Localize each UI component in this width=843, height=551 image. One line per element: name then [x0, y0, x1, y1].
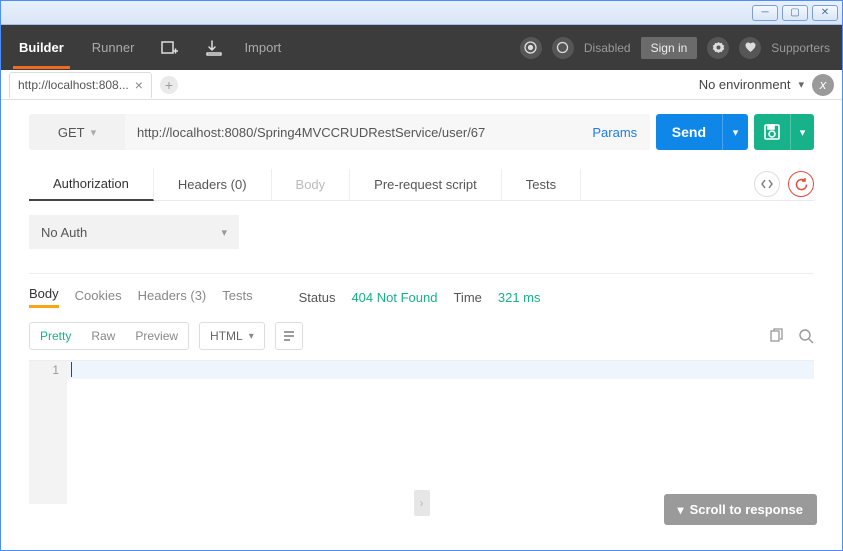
- settings-icon[interactable]: [707, 37, 729, 59]
- pretty-button[interactable]: Pretty: [30, 323, 81, 349]
- editor-cursor: [71, 362, 72, 377]
- window-titlebar: ─ ▢ ✕: [1, 1, 842, 25]
- url-input[interactable]: http://localhost:8080/Spring4MVCCRUDRest…: [125, 114, 580, 150]
- environment-label: No environment: [699, 77, 791, 92]
- request-url-bar: GET ▾ http://localhost:8080/Spring4MVCCR…: [29, 114, 814, 150]
- send-button[interactable]: Send ▾: [656, 114, 748, 150]
- maximize-button[interactable]: ▢: [782, 5, 808, 21]
- scroll-to-response-button[interactable]: ▾ Scroll to response: [664, 494, 817, 525]
- raw-button[interactable]: Raw: [81, 323, 125, 349]
- code-icon[interactable]: [754, 171, 780, 197]
- save-icon: [754, 114, 790, 150]
- preview-button[interactable]: Preview: [125, 323, 188, 349]
- interceptor-icon[interactable]: [520, 37, 542, 59]
- chevron-down-icon: ▾: [678, 503, 684, 517]
- close-tab-icon[interactable]: ×: [135, 78, 143, 92]
- chevron-down-icon: ▾: [249, 331, 254, 342]
- response-tab-headers[interactable]: Headers (3): [138, 288, 207, 307]
- scroll-label: Scroll to response: [690, 502, 803, 517]
- params-button[interactable]: Params: [580, 114, 650, 150]
- request-tabs-bar: http://localhost:808... × + No environme…: [1, 70, 842, 100]
- reset-icon[interactable]: [788, 171, 814, 197]
- method-label: GET: [58, 125, 85, 140]
- signin-button[interactable]: Sign in: [641, 37, 698, 59]
- expand-handle[interactable]: ›: [414, 490, 430, 516]
- auth-type-label: No Auth: [41, 225, 87, 240]
- builder-tab[interactable]: Builder: [13, 26, 70, 69]
- time-value: 321 ms: [498, 290, 541, 305]
- sync-icon[interactable]: [552, 37, 574, 59]
- chevron-down-icon: ▾: [221, 226, 227, 239]
- response-toolbar: Pretty Raw Preview HTML ▾: [29, 316, 814, 360]
- send-dropdown-icon[interactable]: ▾: [722, 114, 748, 150]
- environment-selector[interactable]: No environment ▾ x: [699, 74, 834, 96]
- format-select[interactable]: HTML ▾: [199, 322, 265, 350]
- wrap-line-button[interactable]: [275, 322, 303, 350]
- tab-prerequest[interactable]: Pre-request script: [350, 169, 502, 200]
- format-label: HTML: [210, 329, 243, 343]
- close-button[interactable]: ✕: [812, 5, 838, 21]
- sync-status-label: Disabled: [584, 41, 631, 55]
- chevron-down-icon: ▾: [91, 126, 97, 139]
- tab-headers[interactable]: Headers (0): [154, 169, 272, 200]
- new-collection-icon[interactable]: [156, 34, 184, 62]
- request-config-tabs: Authorization Headers (0) Body Pre-reque…: [29, 168, 814, 201]
- environment-variables-icon[interactable]: x: [812, 74, 834, 96]
- line-number: 1: [29, 363, 59, 377]
- import-label[interactable]: Import: [244, 40, 281, 55]
- import-icon[interactable]: [200, 34, 228, 62]
- search-icon[interactable]: [798, 328, 814, 344]
- response-tab-cookies[interactable]: Cookies: [75, 288, 122, 307]
- view-mode-group: Pretty Raw Preview: [29, 322, 189, 350]
- supporters-label[interactable]: Supporters: [771, 41, 830, 55]
- response-tab-tests[interactable]: Tests: [222, 288, 252, 307]
- minimize-button[interactable]: ─: [752, 5, 778, 21]
- response-editor[interactable]: 1 ›: [29, 360, 814, 504]
- request-tab[interactable]: http://localhost:808... ×: [9, 72, 152, 98]
- runner-tab[interactable]: Runner: [86, 26, 141, 69]
- send-label: Send: [656, 114, 722, 150]
- status-value: 404 Not Found: [351, 290, 437, 305]
- line-gutter: 1: [29, 361, 67, 504]
- tab-authorization[interactable]: Authorization: [29, 168, 154, 201]
- heart-icon[interactable]: [739, 37, 761, 59]
- add-tab-button[interactable]: +: [160, 76, 178, 94]
- tab-tests[interactable]: Tests: [502, 169, 581, 200]
- request-tab-title: http://localhost:808...: [18, 78, 129, 92]
- tab-body[interactable]: Body: [272, 169, 351, 200]
- save-button[interactable]: ▾: [754, 114, 814, 150]
- response-tab-body[interactable]: Body: [29, 286, 59, 308]
- status-label: Status: [299, 290, 336, 305]
- auth-type-select[interactable]: No Auth ▾: [29, 215, 239, 249]
- url-value: http://localhost:8080/Spring4MVCCRUDRest…: [137, 125, 485, 140]
- top-toolbar: Builder Runner Import Disabled Sign in S…: [1, 25, 842, 70]
- time-label: Time: [453, 290, 481, 305]
- line-highlight: [67, 361, 814, 379]
- chevron-down-icon: ▾: [798, 78, 804, 91]
- response-tabs: Body Cookies Headers (3) Tests Status 40…: [29, 274, 814, 316]
- copy-icon[interactable]: [768, 328, 784, 344]
- save-dropdown-icon[interactable]: ▾: [790, 114, 814, 150]
- method-select[interactable]: GET ▾: [29, 114, 125, 150]
